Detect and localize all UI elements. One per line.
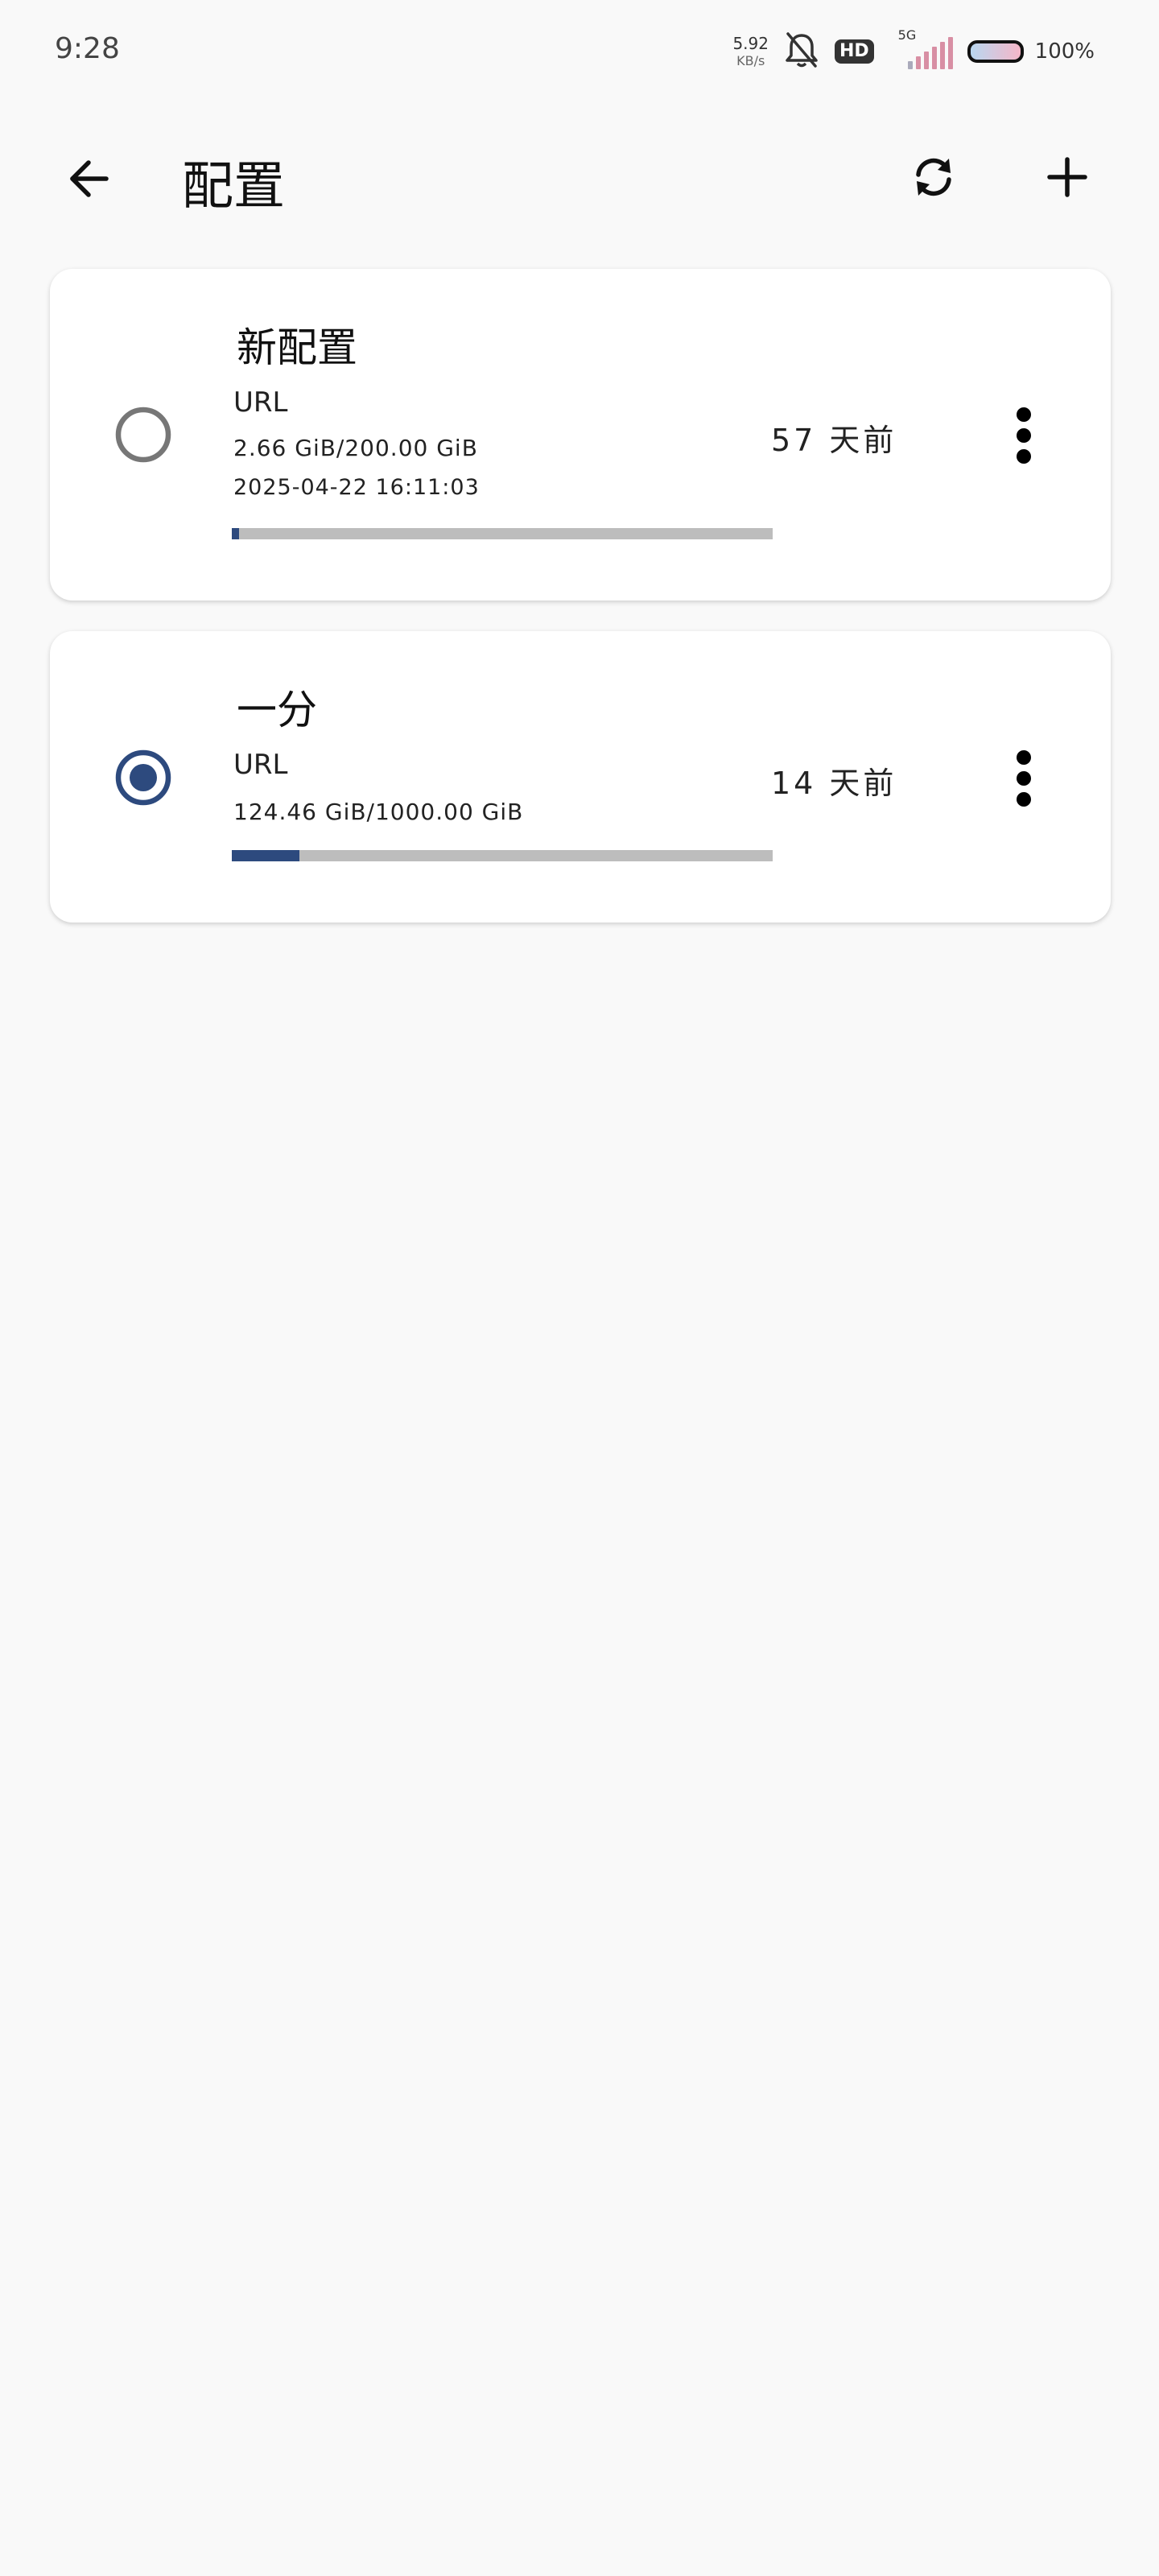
add-icon bbox=[1047, 157, 1087, 197]
profile-name: 新配置 bbox=[237, 324, 357, 371]
signal-icon: 5G bbox=[889, 27, 953, 69]
battery-icon bbox=[967, 40, 1024, 63]
profile-card[interactable]: 一分 URL 124.46 GiB/1000.00 GiB 14 天前 bbox=[50, 631, 1111, 923]
refresh-button[interactable] bbox=[901, 145, 966, 209]
usage-progress-fill bbox=[232, 528, 239, 539]
battery-indicator: 100% bbox=[967, 39, 1095, 64]
profile-usage: 124.46 GiB/1000.00 GiB bbox=[233, 799, 524, 825]
profile-updated-time: 57 天前 bbox=[771, 423, 897, 458]
profile-more-button[interactable] bbox=[1000, 734, 1048, 823]
more-vert-icon bbox=[1017, 407, 1031, 464]
battery-percent: 100% bbox=[1034, 39, 1095, 64]
usage-progress-bar bbox=[232, 528, 773, 539]
net-speed-value: 5.92 bbox=[732, 34, 769, 53]
app-bar: 配置 bbox=[0, 121, 1159, 233]
net-speed: 5.92 KB/s bbox=[732, 35, 769, 68]
bell-off-icon bbox=[783, 31, 820, 72]
refresh-icon bbox=[916, 158, 951, 196]
usage-progress-fill bbox=[232, 850, 299, 861]
profile-updated-time: 14 天前 bbox=[771, 766, 897, 801]
status-time: 9:28 bbox=[55, 32, 120, 65]
profile-radio[interactable] bbox=[114, 406, 172, 464]
net-speed-unit: KB/s bbox=[736, 53, 765, 68]
profile-type: URL bbox=[233, 749, 288, 781]
profile-usage: 2.66 GiB/200.00 GiB bbox=[233, 435, 478, 461]
profile-radio[interactable] bbox=[114, 749, 172, 807]
page-title: 配置 bbox=[182, 157, 285, 217]
profile-card[interactable]: 新配置 URL 2.66 GiB/200.00 GiB 2025-04-22 1… bbox=[50, 269, 1111, 601]
status-icons: 5.92 KB/s HD 5G 100% bbox=[732, 27, 1095, 76]
back-arrow-icon bbox=[70, 160, 109, 197]
hd-icon: HD bbox=[834, 39, 874, 64]
profile-name: 一分 bbox=[237, 687, 317, 733]
more-vert-icon bbox=[1017, 750, 1031, 807]
profile-expire-time: 2025-04-22 16:11:03 bbox=[233, 475, 480, 500]
radio-selected-icon bbox=[115, 749, 171, 806]
usage-progress-bar bbox=[232, 850, 773, 861]
radio-unselected-icon bbox=[115, 407, 171, 463]
profile-more-button[interactable] bbox=[1000, 391, 1048, 480]
profile-type: URL bbox=[233, 386, 288, 419]
back-button[interactable] bbox=[56, 147, 121, 211]
add-profile-button[interactable] bbox=[1035, 145, 1099, 209]
network-type-label: 5G bbox=[897, 27, 917, 43]
status-bar: 9:28 5.92 KB/s HD 5G 100% bbox=[0, 0, 1159, 105]
